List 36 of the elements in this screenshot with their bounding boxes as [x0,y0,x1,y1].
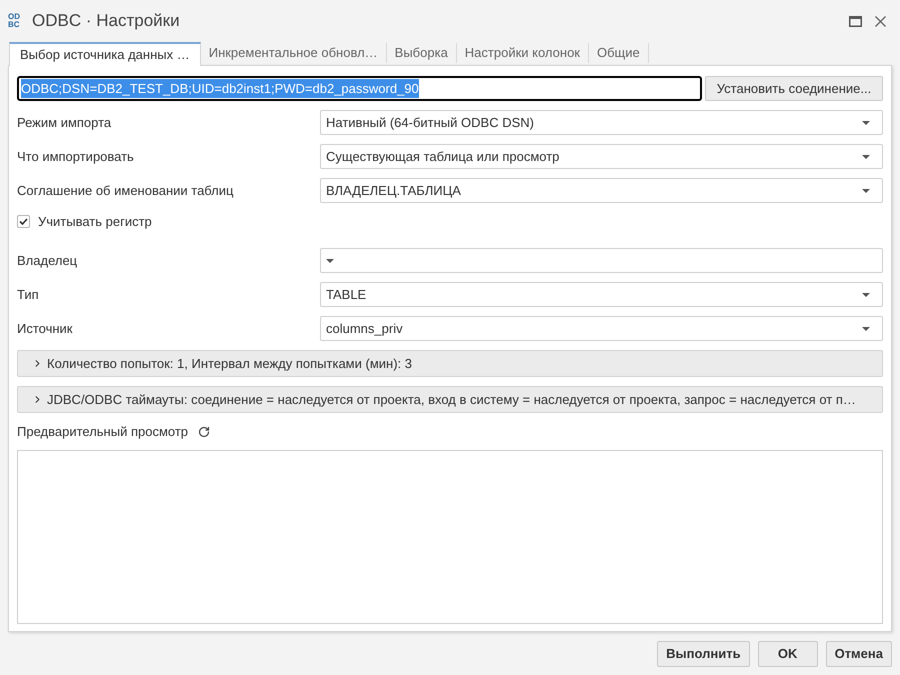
caret-icon [862,154,870,158]
window-title: ODBC · Настройки [32,10,180,32]
field-label: Владелец [17,252,78,270]
checkbox-label: Учитывать регистр [38,212,152,231]
dropdown[interactable]: columns_priv [320,316,883,341]
refresh-icon[interactable] [198,426,210,438]
maximize-icon[interactable] [849,16,862,26]
tab[interactable]: Настройки колонок [456,43,589,63]
checkbox[interactable] [17,215,30,228]
field-label: Режим импорта [17,114,112,132]
tab[interactable]: Выборка [386,43,457,63]
preview-label: Предварительный просмотр [17,422,188,441]
caret-icon [326,258,334,262]
close-icon[interactable] [875,16,886,26]
caret-icon [862,326,870,330]
field-label: Источник [17,320,74,338]
field-label: Тип [17,286,40,304]
tab[interactable]: Общие [589,43,649,63]
collapsible-section[interactable]: JDBC/ODBC таймауты: соединение = наследуется от проекта, вход в систему = наследуется от проекта, запрос = наследуется от п… [17,386,883,413]
dialog-button[interactable]: Выполнить [657,641,750,667]
field-label: Соглашение об именовании таблиц [17,182,234,200]
app-logo: OD BC [8,13,21,29]
dialog-button[interactable]: OK [758,641,818,667]
tab[interactable]: Выбор источника данных … [9,42,201,66]
dropdown[interactable]: Существующая таблица или просмотр [320,144,883,169]
dropdown[interactable]: TABLE [320,282,883,307]
field-label: Что импортировать [17,148,135,166]
connect-button[interactable]: Установить соединение... [705,76,883,101]
dropdown[interactable]: ВЛАДЕЛЕЦ.ТАБЛИЦА [320,178,883,203]
collapsible-section[interactable]: Количество попыток: 1, Интервал между попытками (мин): 3 [17,350,883,377]
caret-icon [862,292,870,296]
tab[interactable]: Инкрементальное обновл… [200,43,387,63]
dialog-button[interactable]: Отмена [826,641,892,667]
caret-icon [862,120,870,124]
dropdown[interactable]: Нативный (64-битный ODBC DSN) [320,110,883,135]
caret-icon [862,188,870,192]
